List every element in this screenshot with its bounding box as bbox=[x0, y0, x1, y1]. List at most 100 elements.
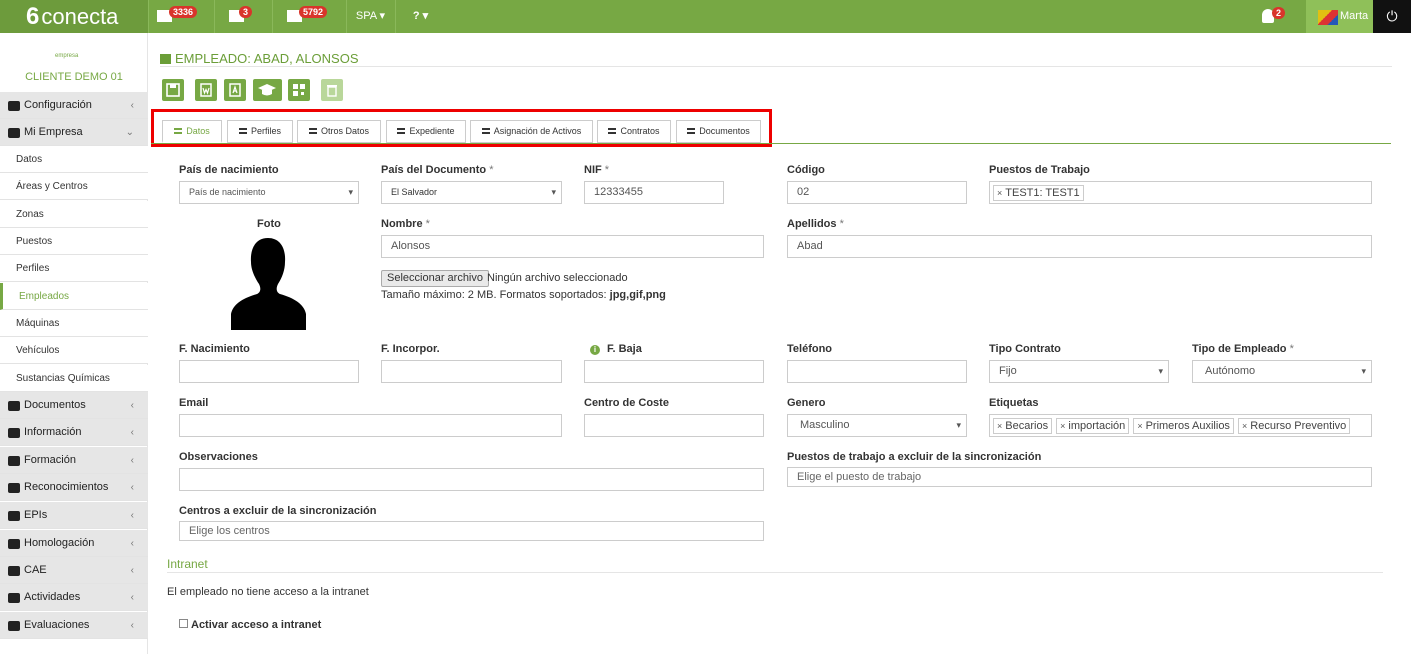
sidebar-item-informacion[interactable]: Información ‹ bbox=[0, 419, 148, 446]
chevron-left-icon: ‹ bbox=[130, 400, 134, 411]
centros-excluir-label: Centros a excluir de la sincronización bbox=[179, 505, 377, 517]
tag-etiqueta[interactable]: × Recurso Preventivo bbox=[1238, 418, 1351, 434]
table-icon bbox=[481, 128, 490, 134]
genero-label: Genero bbox=[787, 397, 826, 409]
floppy-disk-icon bbox=[166, 83, 180, 97]
training-button[interactable] bbox=[253, 79, 282, 101]
puestos-excluir-input[interactable]: Elige el puesto de trabajo bbox=[787, 467, 1372, 487]
calendar-badge: 3 bbox=[239, 6, 253, 18]
messages-badge: 3336 bbox=[169, 6, 198, 18]
apellidos-input[interactable]: Abad bbox=[787, 235, 1372, 258]
tag-remove-icon[interactable]: × bbox=[1060, 421, 1065, 431]
tab-contratos[interactable]: Contratos bbox=[597, 120, 671, 143]
tag-remove-icon[interactable]: × bbox=[1242, 421, 1247, 431]
f-nacimiento-label: F. Nacimiento bbox=[179, 343, 250, 355]
sidebar-item-datos[interactable]: Datos bbox=[0, 146, 148, 173]
sidebar-item-cae[interactable]: CAE ‹ bbox=[0, 557, 148, 584]
sidebar-item-mi-empresa[interactable]: Mi Empresa ⌄ bbox=[0, 119, 148, 146]
tag-etiqueta[interactable]: × Primeros Auxilios bbox=[1133, 418, 1234, 434]
tab-datos[interactable]: Datos bbox=[162, 120, 222, 143]
export-pdf-button[interactable] bbox=[224, 79, 246, 101]
calendar-button[interactable]: 3 bbox=[214, 0, 266, 33]
tag-remove-icon[interactable]: × bbox=[1137, 421, 1142, 431]
power-icon[interactable]: ⏻ bbox=[1373, 0, 1411, 33]
sidebar-item-areas[interactable]: Áreas y Centros bbox=[0, 173, 148, 200]
puestos-excluir-label: Puestos de trabajo a excluir de la sincr… bbox=[787, 451, 1042, 463]
tag-etiqueta[interactable]: × importación bbox=[1056, 418, 1130, 434]
tab-expediente[interactable]: Expediente bbox=[386, 120, 466, 143]
sidebar-item-configuracion[interactable]: Configuración ‹ bbox=[0, 92, 148, 119]
tab-asignacion-activos[interactable]: Asignación de Activos bbox=[470, 120, 593, 143]
file-hint: Tamaño máximo: 2 MB. Formatos soportados… bbox=[381, 289, 666, 301]
sidebar-item-zonas[interactable]: Zonas bbox=[0, 201, 148, 228]
nif-input[interactable]: 12333455 bbox=[584, 181, 724, 204]
sidebar-item-empleados[interactable]: Empleados bbox=[0, 283, 148, 310]
tag-remove-icon[interactable]: × bbox=[997, 188, 1002, 198]
tag-remove-icon[interactable]: × bbox=[997, 421, 1002, 431]
cross-icon bbox=[8, 621, 20, 631]
centros-excluir-input[interactable]: Elige los centros bbox=[179, 521, 764, 541]
heartbeat-icon bbox=[8, 483, 20, 493]
select-file-button[interactable]: Seleccionar archivo bbox=[381, 270, 489, 287]
table-icon bbox=[608, 128, 617, 134]
sidebar-item-reconocimientos[interactable]: Reconocimientos ‹ bbox=[0, 474, 148, 501]
info-icon[interactable]: i bbox=[590, 345, 600, 355]
sidebar: empresa CLIENTE DEMO 01 Configuración ‹ M… bbox=[0, 33, 148, 654]
sidebar-item-puestos[interactable]: Puestos bbox=[0, 228, 148, 255]
pais-documento-select[interactable]: El Salvador bbox=[381, 181, 562, 204]
sidebar-item-sustancias[interactable]: Sustancias Químicas bbox=[0, 365, 148, 392]
tab-documentos[interactable]: Documentos bbox=[676, 120, 761, 143]
etiquetas-multiselect[interactable]: × Becarios × importación × Primeros Auxilio… bbox=[989, 414, 1372, 437]
f-nacimiento-input[interactable] bbox=[179, 360, 359, 383]
tab-otros-datos[interactable]: Otros Datos bbox=[297, 120, 381, 143]
pais-nacimiento-select[interactable]: País de nacimiento bbox=[179, 181, 359, 204]
genero-select[interactable]: Masculino bbox=[787, 414, 967, 437]
messages-button[interactable]: 3336 bbox=[148, 0, 205, 33]
help-dropdown[interactable]: ? ▾ bbox=[395, 0, 445, 33]
list-icon bbox=[174, 128, 183, 134]
nombre-input[interactable]: Alonsos bbox=[381, 235, 764, 258]
telefono-input[interactable] bbox=[787, 360, 967, 383]
sidebar-item-evaluaciones[interactable]: Evaluaciones ‹ bbox=[0, 612, 148, 639]
qr-button[interactable] bbox=[288, 79, 310, 101]
top-bar: 6conecta 3336 3 5792 SPA ▾ ? ▾ 2 Marta ⏻ bbox=[0, 0, 1411, 33]
client-name: CLIENTE DEMO 01 bbox=[25, 71, 123, 83]
tag-etiqueta[interactable]: × Becarios bbox=[993, 418, 1053, 434]
save-button[interactable] bbox=[162, 79, 184, 101]
tag-puesto[interactable]: × TEST1: TEST1 bbox=[993, 185, 1084, 201]
language-dropdown[interactable]: SPA ▾ bbox=[346, 0, 394, 33]
sidebar-item-epis[interactable]: EPIs ‹ bbox=[0, 502, 148, 529]
observaciones-input[interactable] bbox=[179, 468, 764, 491]
f-incorpor-input[interactable] bbox=[381, 360, 562, 383]
puestos-label: Puestos de Trabajo bbox=[989, 164, 1090, 176]
sidebar-item-vehiculos[interactable]: Vehículos bbox=[0, 337, 148, 364]
f-baja-input[interactable] bbox=[584, 360, 764, 383]
codigo-input[interactable]: 02 bbox=[787, 181, 967, 204]
delete-button[interactable] bbox=[321, 79, 343, 101]
company-icon bbox=[8, 128, 20, 138]
sidebar-item-actividades[interactable]: Actividades ‹ bbox=[0, 584, 148, 611]
telefono-label: Teléfono bbox=[787, 343, 833, 355]
tipo-contrato-select[interactable]: Fijo bbox=[989, 360, 1169, 383]
client-logo: empresa bbox=[55, 53, 79, 59]
tab-perfiles[interactable]: Perfiles bbox=[227, 120, 293, 143]
sidebar-item-formacion[interactable]: Formación ‹ bbox=[0, 447, 148, 474]
activar-intranet-checkbox[interactable] bbox=[179, 619, 188, 628]
sidebar-item-documentos[interactable]: Documentos ‹ bbox=[0, 392, 148, 419]
sidebar-item-homologacion[interactable]: Homologación ‹ bbox=[0, 530, 148, 557]
user-menu[interactable]: Marta bbox=[1306, 0, 1373, 33]
sidebar-item-maquinas[interactable]: Máquinas bbox=[0, 310, 148, 337]
avatar-silhouette bbox=[231, 238, 306, 330]
sidebar-item-perfiles[interactable]: Perfiles bbox=[0, 255, 148, 282]
f-incorpor-label: F. Incorpor. bbox=[381, 343, 440, 355]
export-word-button[interactable] bbox=[195, 79, 217, 101]
puestos-multiselect[interactable]: × TEST1: TEST1 bbox=[989, 181, 1372, 204]
activar-intranet-label[interactable]: Activar acceso a intranet bbox=[191, 619, 321, 631]
brand-logo[interactable]: 6conecta bbox=[0, 0, 148, 33]
list-icon bbox=[308, 128, 317, 134]
tasks-button[interactable]: 5792 bbox=[272, 0, 344, 33]
chevron-left-icon: ‹ bbox=[130, 538, 134, 549]
tipo-empleado-select[interactable]: Autónomo bbox=[1192, 360, 1372, 383]
centro-coste-input[interactable] bbox=[584, 414, 764, 437]
email-input[interactable] bbox=[179, 414, 562, 437]
